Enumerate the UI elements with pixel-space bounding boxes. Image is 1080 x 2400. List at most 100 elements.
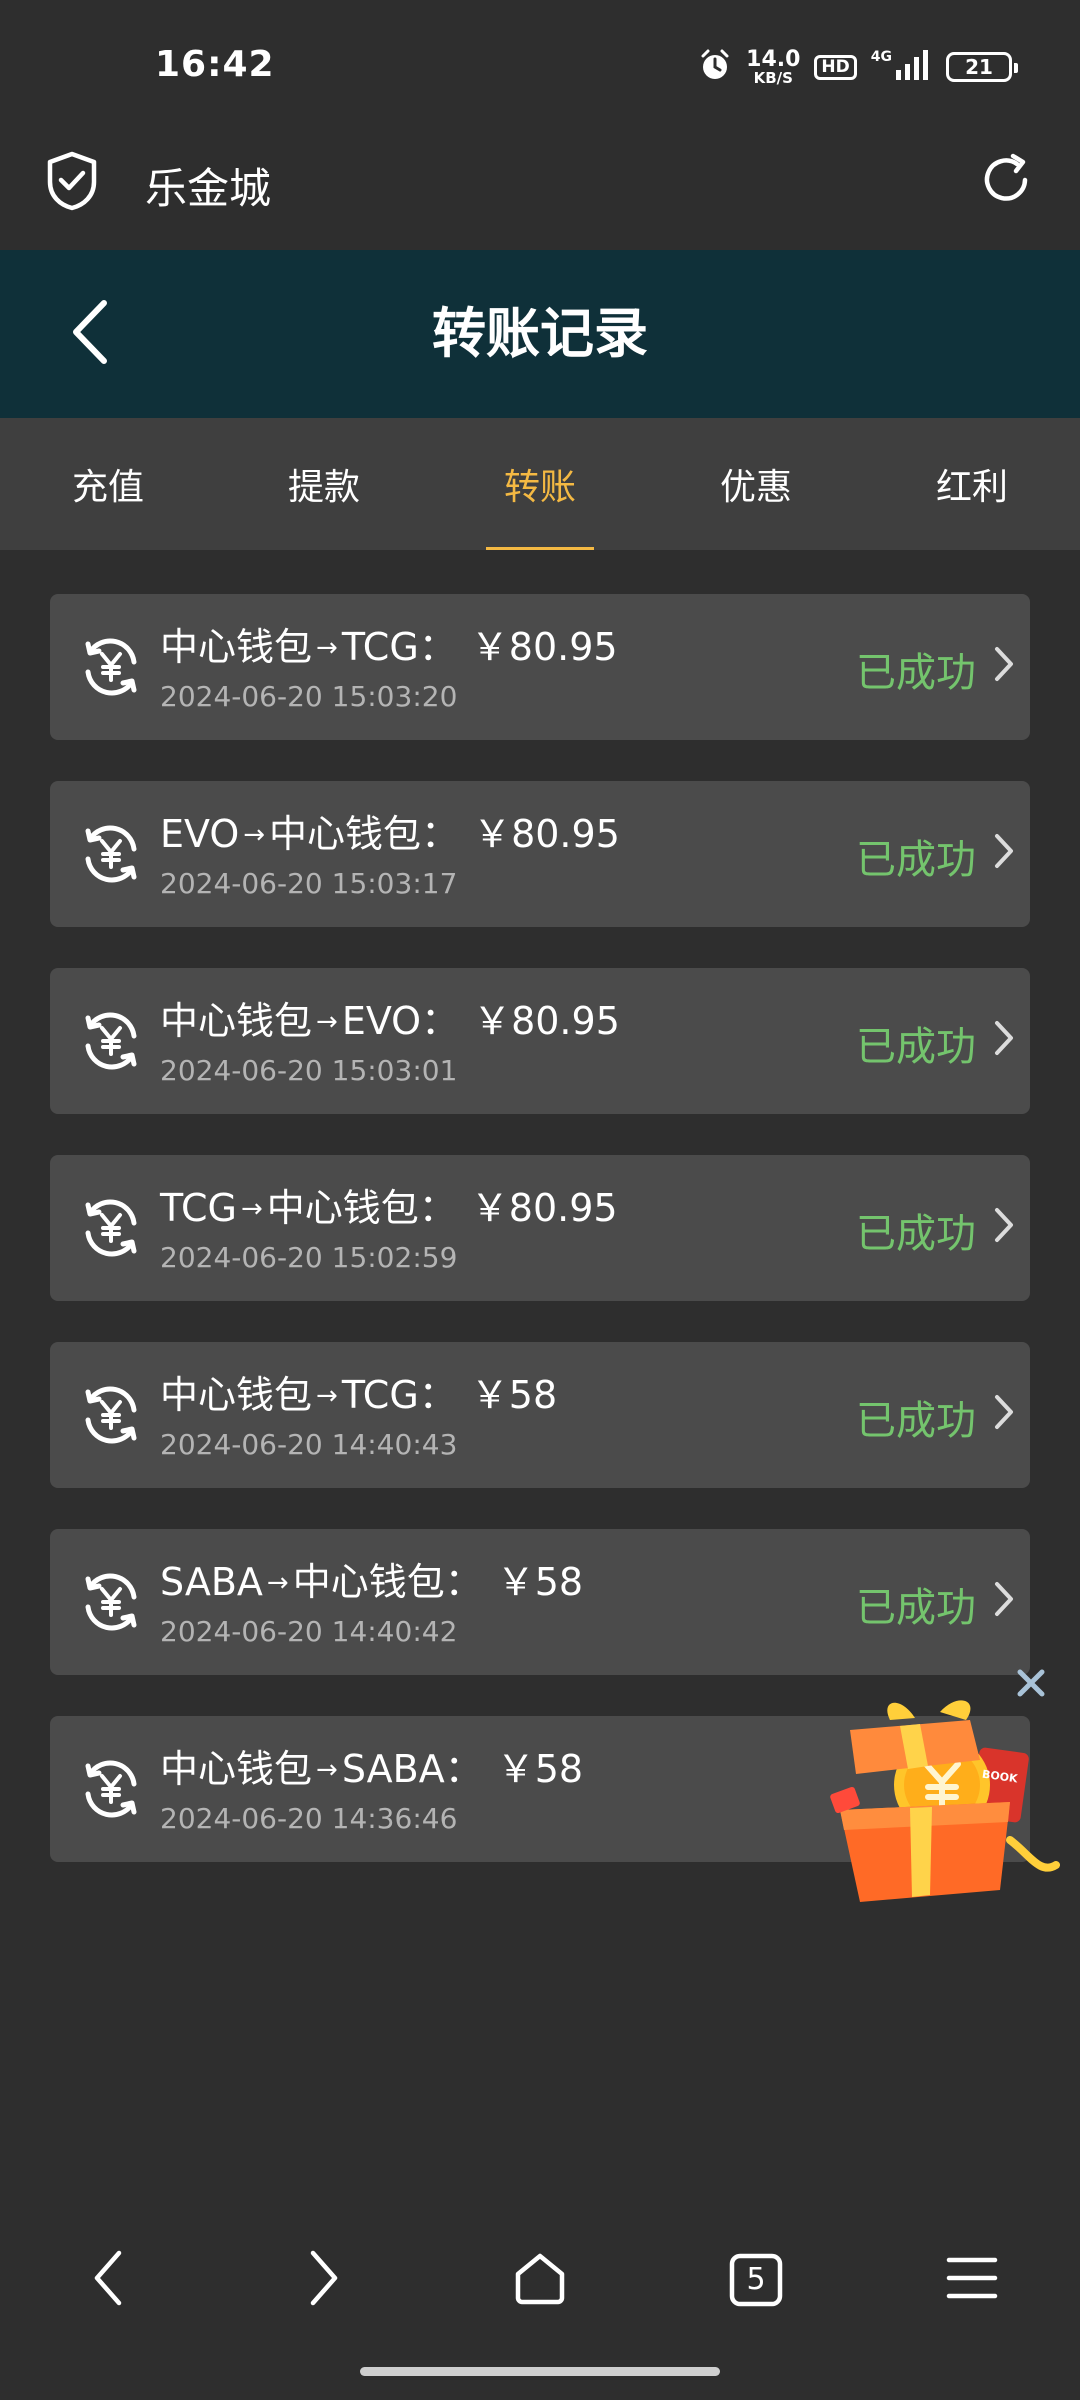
transfer-time: 2024-06-20 14:40:43 [160, 1428, 458, 1461]
list-item[interactable]: EVO → 中心钱包： ￥80.95 2024-06-20 15:03:17 已成功 [50, 781, 1030, 927]
nav-forward-button[interactable] [216, 2220, 432, 2340]
status-badge: 已成功 [856, 650, 976, 696]
status-indicators: 14.0 KB/S HD 4G 21 [698, 44, 1018, 90]
transfer-from: 中心钱包 [160, 1747, 313, 1791]
transfer-title: 中心钱包 → EVO： ￥80.95 [160, 990, 620, 1045]
transfer-time: 2024-06-20 15:03:17 [160, 867, 458, 900]
transfer-colon: ： [421, 999, 460, 1043]
battery-level: 21 [965, 55, 993, 79]
list-item[interactable]: 中心钱包 → TCG： ￥58 2024-06-20 14:40:43 已成功 [50, 1342, 1030, 1488]
network-speed-value: 14.0 [746, 46, 801, 72]
chevron-right-icon [992, 1018, 1016, 1062]
tab-bonus[interactable]: 红利 [864, 418, 1080, 550]
transfer-to: 中心钱包 [292, 1560, 445, 1604]
transfer-to: 中心钱包 [266, 1186, 419, 1230]
transfer-time: 2024-06-20 14:36:46 [160, 1802, 458, 1835]
transfer-from: 中心钱包 [160, 999, 313, 1043]
nav-tabs-button[interactable]: 5 [648, 2220, 864, 2340]
transfer-arrow: → [243, 820, 266, 850]
nav-back-button[interactable] [0, 2220, 216, 2340]
nav-menu-button[interactable] [864, 2220, 1080, 2340]
site-title: 乐金城 [145, 164, 272, 213]
transfer-from: 中心钱包 [160, 625, 313, 669]
yuan-transfer-icon [78, 634, 144, 700]
transfer-to: 中心钱包 [269, 812, 422, 856]
transfer-time: 2024-06-20 15:03:01 [160, 1054, 458, 1087]
reload-icon[interactable] [976, 150, 1036, 214]
transfer-from: EVO [160, 812, 240, 856]
transfer-colon: ： [418, 1373, 457, 1417]
tab-recharge[interactable]: 充值 [0, 418, 216, 550]
chevron-right-icon [992, 1392, 1016, 1436]
home-indicator[interactable] [360, 2367, 720, 2376]
transfer-amount: ￥58 [470, 1373, 558, 1417]
transfer-amount: ￥80.95 [473, 999, 620, 1043]
transfer-arrow: → [316, 1381, 338, 1411]
transfer-to: EVO [341, 999, 422, 1043]
list-item[interactable]: SABA → 中心钱包： ￥58 2024-06-20 14:40:42 已成功 [50, 1529, 1030, 1675]
transfer-arrow: → [240, 1194, 263, 1224]
yuan-transfer-icon [78, 1382, 144, 1448]
transfer-time: 2024-06-20 15:03:20 [160, 680, 458, 713]
status-badge: 已成功 [856, 1211, 976, 1257]
chevron-right-icon [992, 831, 1016, 875]
yuan-transfer-icon [78, 1195, 144, 1261]
list-item[interactable]: 中心钱包 → EVO： ￥80.95 2024-06-20 15:03:01 已成功 [50, 968, 1030, 1114]
browser-bar: 乐金城 [0, 130, 1080, 250]
transfer-to: TCG [341, 625, 419, 669]
tabs-icon: 5 [729, 2253, 783, 2307]
status-badge: 已成功 [856, 1024, 976, 1070]
chevron-right-icon [992, 644, 1016, 688]
chevron-right-icon [992, 1579, 1016, 1623]
page-title: 转账记录 [432, 302, 648, 365]
nav-home-button[interactable] [432, 2220, 648, 2340]
home-icon [512, 2250, 568, 2310]
tab-withdraw[interactable]: 提款 [216, 418, 432, 550]
back-icon [91, 2249, 125, 2311]
transfer-title: TCG → 中心钱包： ￥80.95 [160, 1177, 618, 1232]
chevron-left-icon [68, 299, 112, 369]
status-time: 16:42 [155, 44, 275, 85]
transfer-colon: ： [418, 1186, 457, 1230]
app-header: 转账记录 [0, 250, 1080, 418]
alarm-icon [698, 48, 732, 86]
tab-count: 5 [746, 2262, 766, 2297]
browser-bottom-nav: 5 [0, 2220, 1080, 2340]
transfer-to: SABA [341, 1747, 445, 1791]
status-badge: 已成功 [856, 1585, 976, 1631]
transfer-colon: ： [418, 625, 457, 669]
shield-check-icon[interactable] [44, 150, 100, 216]
status-badge: 已成功 [856, 1398, 976, 1444]
list-item[interactable]: TCG → 中心钱包： ￥80.95 2024-06-20 15:02:59 已成功 [50, 1155, 1030, 1301]
transfer-from: TCG [160, 1186, 237, 1230]
transfer-records-screen: 16:42 14.0 KB/S HD 4G 21 乐金城 转账记录 充值 提款 … [0, 0, 1080, 2400]
tab-transfer[interactable]: 转账 [432, 418, 648, 550]
transfer-time: 2024-06-20 15:02:59 [160, 1241, 458, 1274]
transfer-from: 中心钱包 [160, 1373, 313, 1417]
yuan-transfer-icon [78, 821, 144, 887]
network-speed: 14.0 KB/S [746, 46, 801, 87]
tab-promotion[interactable]: 优惠 [648, 418, 864, 550]
transfer-amount: ￥58 [496, 1747, 584, 1791]
list-item[interactable]: 中心钱包 → TCG： ￥80.95 2024-06-20 15:03:20 已成功 [50, 594, 1030, 740]
yuan-transfer-icon [78, 1569, 144, 1635]
status-badge: 已成功 [856, 837, 976, 883]
gift-box-button[interactable]: BOOK [820, 1690, 1060, 1905]
transfer-title: SABA → 中心钱包： ￥58 [160, 1551, 583, 1606]
back-button[interactable] [50, 294, 130, 374]
transfer-to: TCG [341, 1373, 419, 1417]
transfer-amount: ￥80.95 [470, 625, 618, 669]
transfer-time: 2024-06-20 14:40:42 [160, 1615, 458, 1648]
yuan-transfer-icon [78, 1008, 144, 1074]
signal-icon [896, 50, 932, 84]
transfer-colon: ： [421, 812, 460, 856]
transfer-amount: ￥80.95 [470, 1186, 618, 1230]
network-speed-unit: KB/S [753, 68, 793, 87]
transfer-arrow: → [316, 1755, 338, 1785]
menu-icon [945, 2254, 999, 2306]
transfer-colon: ： [444, 1560, 483, 1604]
transfer-arrow: → [316, 633, 338, 663]
transfer-amount: ￥80.95 [473, 812, 620, 856]
transfer-amount: ￥58 [496, 1560, 584, 1604]
transfer-title: 中心钱包 → TCG： ￥58 [160, 1364, 557, 1419]
